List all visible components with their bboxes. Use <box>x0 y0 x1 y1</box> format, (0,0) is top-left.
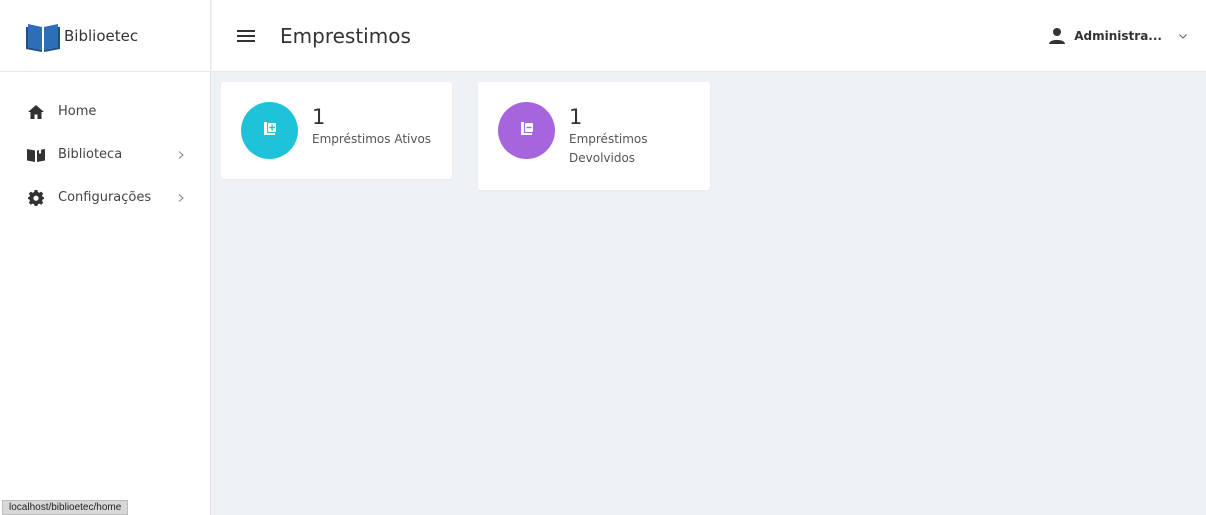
chevron-right-icon <box>176 150 186 160</box>
sidebar-item-home[interactable]: Home <box>0 90 210 133</box>
user-menu-dropdown[interactable]: Administra... <box>1048 27 1188 45</box>
card-icon-circle <box>241 102 298 159</box>
sidebar-item-label: Configurações <box>58 190 152 205</box>
sidebar-item-label: Biblioteca <box>58 147 123 162</box>
card-label: Empréstimos Devolvidos <box>569 132 648 165</box>
stat-card-returned-loans[interactable]: 1 Empréstimos Devolvidos <box>478 82 710 190</box>
brand-name: Biblioetec <box>64 26 139 45</box>
sidebar-item-biblioteca[interactable]: Biblioteca <box>0 133 210 176</box>
book-open-icon <box>27 147 45 163</box>
hamburger-menu-icon[interactable] <box>236 27 258 45</box>
top-bar: Emprestimos Administra... <box>212 0 1206 72</box>
user-icon <box>1048 27 1066 45</box>
brand[interactable]: Biblioetec <box>0 0 210 72</box>
sidebar: Biblioetec Home Biblioteca Configurações <box>0 0 211 515</box>
user-name: Administra... <box>1074 28 1162 43</box>
stat-card-active-loans[interactable]: 1 Empréstimos Ativos <box>221 82 452 179</box>
page-title: Emprestimos <box>280 23 411 48</box>
card-count: 1 <box>569 105 583 129</box>
card-count: 1 <box>312 105 326 129</box>
card-text: 1 Empréstimos Devolvidos <box>569 104 699 168</box>
home-icon <box>27 104 45 120</box>
chevron-down-icon <box>1178 31 1188 41</box>
sidebar-nav: Home Biblioteca Configurações <box>0 72 210 219</box>
books-plus-icon <box>262 121 278 141</box>
card-icon-circle <box>498 102 555 159</box>
book-logo-icon <box>26 20 60 52</box>
browser-status-url: localhost/biblioetec/home <box>2 500 129 515</box>
books-return-icon <box>519 121 535 141</box>
card-text: 1 Empréstimos Ativos <box>312 104 442 149</box>
card-label: Empréstimos Ativos <box>312 132 432 146</box>
chevron-right-icon <box>176 193 186 203</box>
gear-icon <box>27 189 45 206</box>
sidebar-item-configuracoes[interactable]: Configurações <box>0 176 210 219</box>
sidebar-item-label: Home <box>58 104 97 119</box>
